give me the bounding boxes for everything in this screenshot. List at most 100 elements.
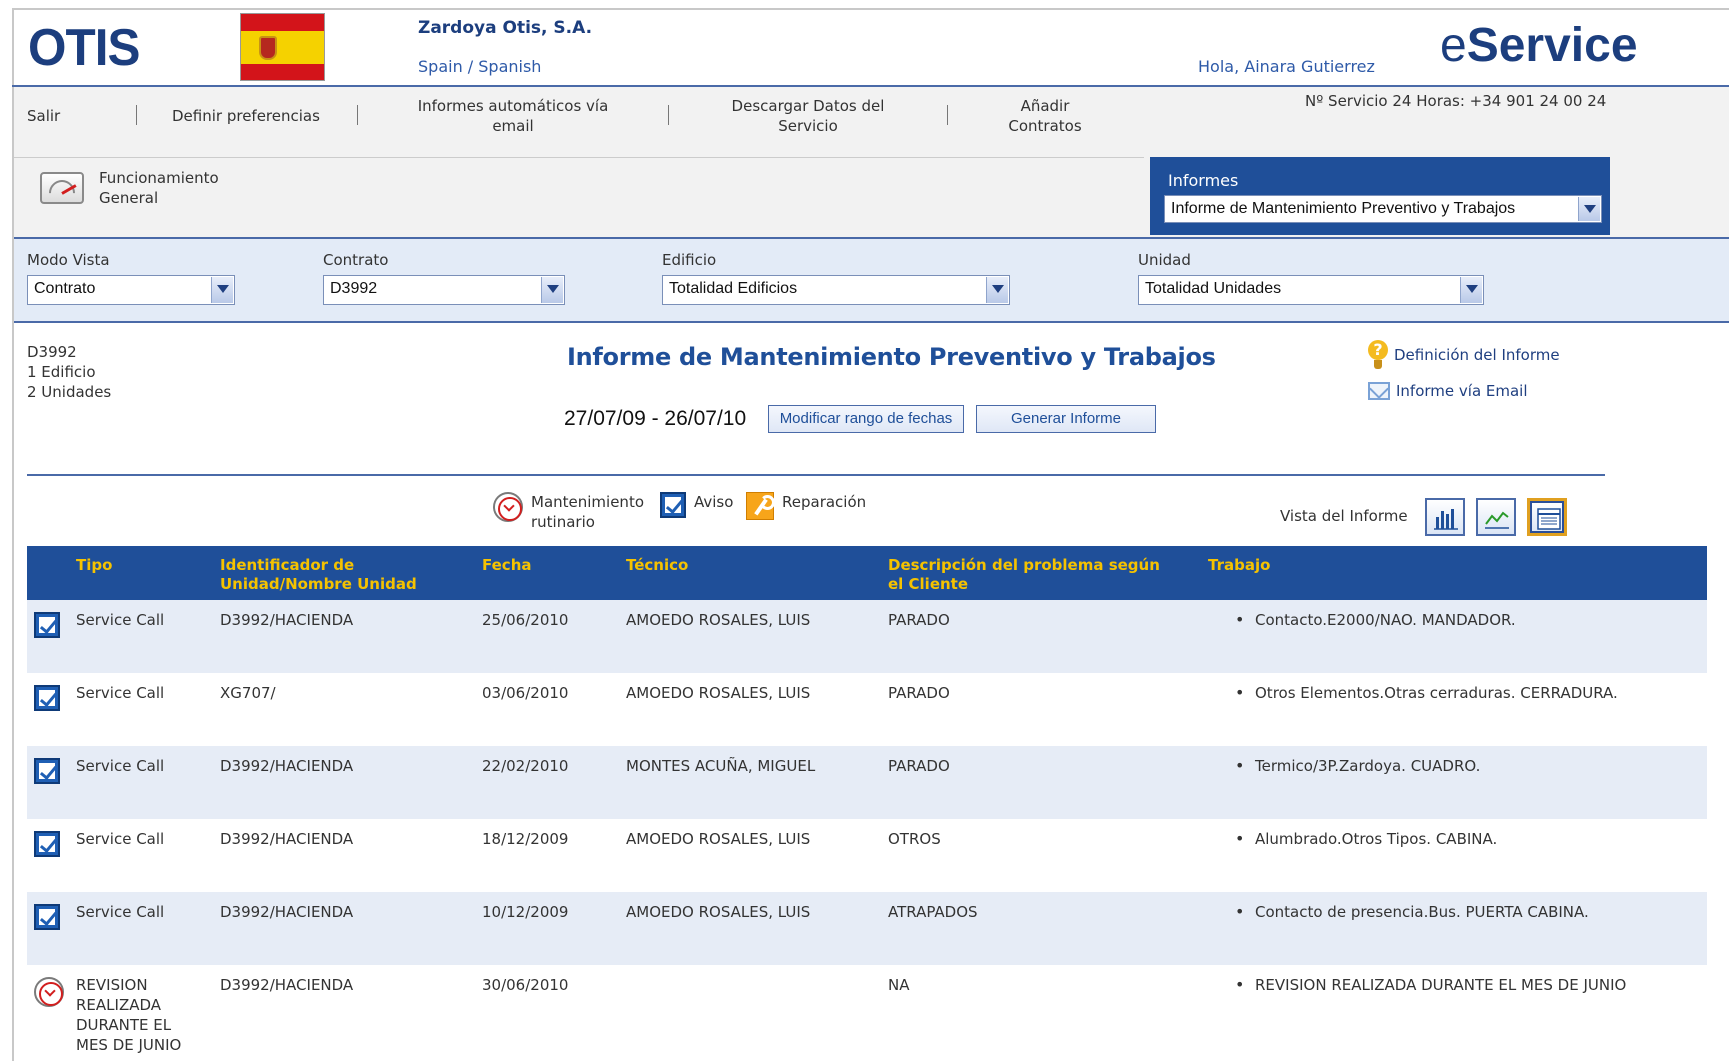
contract-summary: D3992 1 Edificio 2 Unidades <box>27 342 111 402</box>
nav-logout[interactable]: Salir <box>27 106 60 126</box>
cell-descripcion: PARADO <box>888 611 950 629</box>
col-unit: Identificador de Unidad/Nombre Unidad <box>220 556 417 593</box>
chevron-down-icon <box>1460 277 1482 303</box>
building-select[interactable]: Totalidad Edificios <box>662 275 1010 305</box>
table-row[interactable]: Service Call XG707/ 03/06/2010 AMOEDO RO… <box>27 673 1707 746</box>
table-row[interactable]: Service Call D3992/HACIENDA 25/06/2010 A… <box>27 600 1707 673</box>
section-rule <box>27 474 1605 476</box>
cell-tipo: Service Call <box>76 903 165 921</box>
wrench-icon <box>746 492 775 520</box>
date-range: 27/07/09 - 26/07/10 <box>564 407 747 430</box>
otis-logo: OTIS <box>28 19 140 77</box>
user-greeting: Hola, Ainara Gutierrez <box>1198 57 1375 76</box>
cell-unit: XG707/ <box>220 684 276 702</box>
chevron-down-icon[interactable] <box>1578 197 1600 221</box>
cell-trabajo: Otros Elementos.Otras cerraduras. CERRAD… <box>1235 683 1618 703</box>
line-chart-view-button[interactable] <box>1476 498 1516 536</box>
table-row[interactable]: REVISION REALIZADA DURANTE EL MES DE JUN… <box>27 965 1707 1061</box>
legend-maintenance: Mantenimiento rutinario <box>493 492 649 532</box>
spain-flag-icon <box>240 13 325 81</box>
chevron-down-icon <box>986 277 1008 303</box>
view-mode-select[interactable]: Contrato <box>27 275 235 305</box>
aviso-checkbox-icon <box>34 685 60 711</box>
bar-chart-icon <box>1434 509 1458 530</box>
table-view-button[interactable] <box>1527 498 1567 536</box>
table-row[interactable]: Service Call D3992/HACIENDA 18/12/2009 A… <box>27 819 1707 892</box>
summary-buildings: 1 Edificio <box>27 363 96 381</box>
cell-descripcion: PARADO <box>888 757 950 775</box>
cell-descripcion: NA <box>888 976 910 994</box>
report-email-label[interactable]: Informe vía Email <box>1396 382 1528 400</box>
cell-descripcion: OTROS <box>888 830 941 848</box>
cell-descripcion: ATRAPADOS <box>888 903 978 921</box>
cell-trabajo: Alumbrado.Otros Tipos. CABINA. <box>1235 829 1497 849</box>
cell-tecnico: AMOEDO ROSALES, LUIS <box>626 903 811 921</box>
cell-fecha: 03/06/2010 <box>482 684 569 702</box>
summary-units: 2 Unidades <box>27 383 112 401</box>
nav-auto-email-reports[interactable]: Informes automáticos vía email <box>408 96 618 136</box>
cell-trabajo: Contacto.E2000/NAO. MANDADOR. <box>1235 610 1516 630</box>
cell-fecha: 30/06/2010 <box>482 976 569 994</box>
company-name: Zardoya Otis, S.A. <box>418 18 593 38</box>
chevron-down-icon <box>211 277 233 303</box>
eservice-logo: eService <box>1440 19 1638 72</box>
cell-tipo: REVISION REALIZADA DURANTE EL MES DE JUN… <box>76 976 182 1054</box>
cell-unit: D3992/HACIENDA <box>220 976 354 994</box>
line-chart-icon <box>1485 511 1509 529</box>
aviso-checkbox-icon <box>34 612 60 638</box>
cell-tipo: Service Call <box>76 830 165 848</box>
aviso-checkbox-icon <box>34 758 60 784</box>
report-email-link[interactable]: Informe vía Email <box>1368 382 1528 400</box>
cell-tecnico: MONTES ACUÑA, MIGUEL <box>626 757 816 775</box>
table-row[interactable]: Service Call D3992/HACIENDA 10/12/2009 A… <box>27 892 1707 965</box>
table-row[interactable]: Service Call D3992/HACIENDA 22/02/2010 M… <box>27 746 1707 819</box>
col-descripcion: Descripción del problema según el Client… <box>888 556 1160 593</box>
cell-unit: D3992/HACIENDA <box>220 903 354 921</box>
cell-unit: D3992/HACIENDA <box>220 830 354 848</box>
gauge-icon[interactable] <box>40 172 84 204</box>
col-tipo: Tipo <box>76 556 113 574</box>
cell-trabajo: REVISION REALIZADA DURANTE EL MES DE JUN… <box>1235 975 1626 995</box>
report-definition-label[interactable]: Definición del Informe <box>1394 346 1560 364</box>
help-bulb-icon: ? <box>1368 340 1388 370</box>
cell-tecnico: AMOEDO ROSALES, LUIS <box>626 611 811 629</box>
cell-fecha: 22/02/2010 <box>482 757 569 775</box>
summary-contract: D3992 <box>27 343 77 361</box>
table-header: Tipo Identificador de Unidad/Nombre Unid… <box>27 546 1707 600</box>
reports-panel: Informes Informe de Mantenimiento Preven… <box>1150 157 1610 235</box>
filter-band: Modo Vista Contrato Contrato D3992 Edifi… <box>14 237 1729 323</box>
general-performance-link[interactable]: Funcionamiento General <box>99 168 229 208</box>
cell-tecnico: AMOEDO ROSALES, LUIS <box>626 684 811 702</box>
generate-report-button[interactable]: Generar Informe <box>976 405 1156 433</box>
table-icon <box>1537 508 1561 530</box>
cell-trabajo: Termico/3P.Zardoya. CUADRO. <box>1235 756 1480 776</box>
aviso-checkbox-icon <box>34 904 60 930</box>
contract-select[interactable]: D3992 <box>323 275 565 305</box>
nav-separator <box>136 105 137 125</box>
report-definition-link[interactable]: ? Definición del Informe <box>1368 340 1560 370</box>
bar-chart-view-button[interactable] <box>1425 498 1465 536</box>
reports-label: Informes <box>1168 171 1239 190</box>
report-title: Informe de Mantenimiento Preventivo y Tr… <box>567 343 1216 371</box>
cell-trabajo: Contacto de presencia.Bus. PUERTA CABINA… <box>1235 902 1589 922</box>
cell-tecnico: AMOEDO ROSALES, LUIS <box>626 830 811 848</box>
reports-select[interactable]: Informe de Mantenimiento Preventivo y Tr… <box>1164 195 1602 223</box>
maintenance-icon <box>34 977 64 1007</box>
col-trabajo: Trabajo <box>1208 556 1271 574</box>
nav-add-contracts[interactable]: Añadir Contratos <box>1005 96 1085 136</box>
col-tecnico: Técnico <box>626 556 689 574</box>
service-phone: Nº Servicio 24 Horas: +34 901 24 00 24 <box>1305 92 1607 110</box>
nav-download-data[interactable]: Descargar Datos del Servicio <box>720 96 896 136</box>
modify-dates-button[interactable]: Modificar rango de fechas <box>768 405 964 433</box>
aviso-checkbox-icon <box>34 831 60 857</box>
report-view-label: Vista del Informe <box>1280 507 1408 525</box>
chevron-down-icon <box>541 277 563 303</box>
language-link[interactable]: Spain / Spanish <box>418 57 541 76</box>
nav-preferences[interactable]: Definir preferencias <box>172 106 320 126</box>
view-mode-label: Modo Vista <box>27 251 110 269</box>
cell-fecha: 25/06/2010 <box>482 611 569 629</box>
cell-unit: D3992/HACIENDA <box>220 757 354 775</box>
nav-separator <box>357 105 358 125</box>
unit-select[interactable]: Totalidad Unidades <box>1138 275 1484 305</box>
cell-tipo: Service Call <box>76 684 165 702</box>
